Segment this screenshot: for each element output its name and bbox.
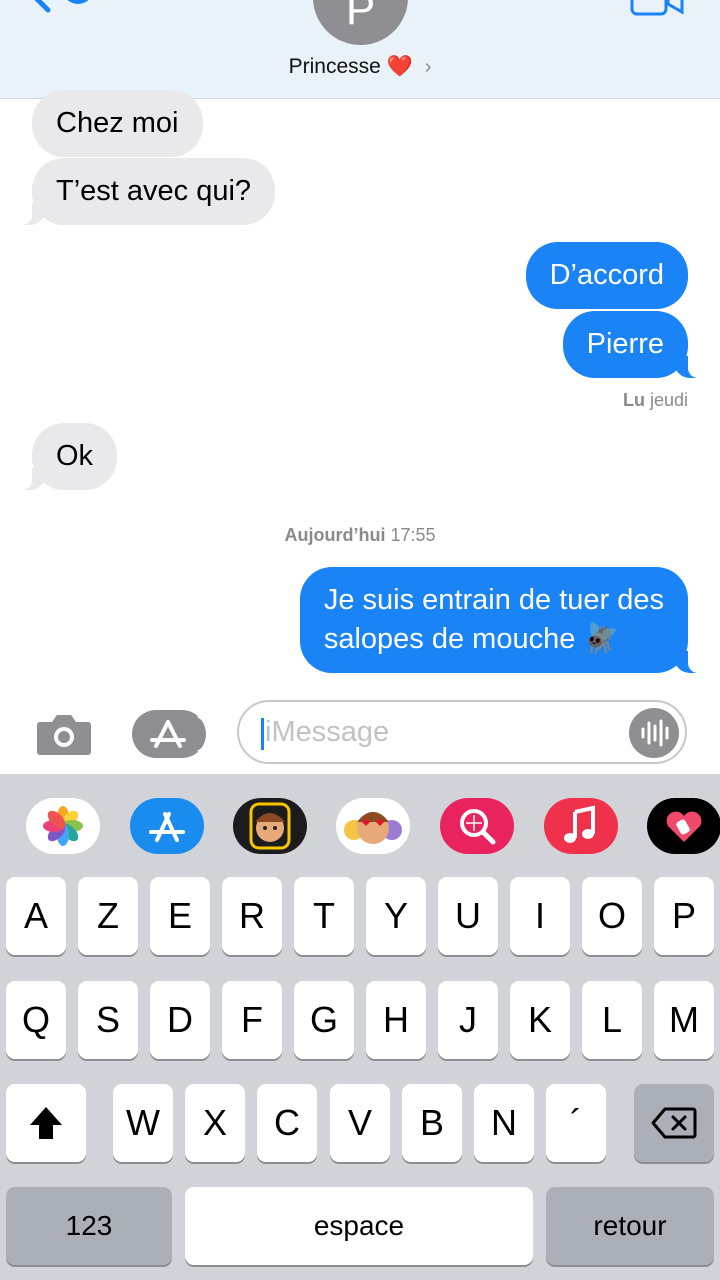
backspace-key[interactable] bbox=[634, 1084, 714, 1162]
message-placeholder: iMessage bbox=[265, 716, 390, 748]
app-store[interactable] bbox=[130, 798, 204, 854]
key-f[interactable]: F bbox=[222, 981, 282, 1059]
backspace-icon bbox=[651, 1107, 697, 1139]
memoji-camera-icon bbox=[249, 802, 291, 850]
app-music[interactable] bbox=[544, 798, 618, 854]
video-call-button[interactable] bbox=[630, 0, 684, 18]
key-acute-accent[interactable]: ´ bbox=[546, 1084, 606, 1162]
key-c[interactable]: C bbox=[257, 1084, 317, 1162]
key-t[interactable]: T bbox=[294, 877, 354, 955]
contact-emoji: ❤️ bbox=[386, 55, 413, 78]
space-key[interactable]: espace bbox=[185, 1187, 533, 1265]
key-v[interactable]: V bbox=[330, 1084, 390, 1162]
app-memoji-camera[interactable] bbox=[233, 798, 307, 854]
received-message[interactable]: T’est avec qui? bbox=[17, 158, 276, 225]
key-b[interactable]: B bbox=[402, 1084, 462, 1162]
key-o[interactable]: O bbox=[582, 877, 642, 955]
key-y[interactable]: Y bbox=[366, 877, 426, 955]
app-photos[interactable] bbox=[26, 798, 100, 854]
apps-button[interactable] bbox=[132, 710, 211, 758]
app-digital-touch[interactable] bbox=[647, 798, 720, 854]
timestamp: Aujourd’hui 17:55 bbox=[284, 525, 436, 545]
key-x[interactable]: X bbox=[185, 1084, 245, 1162]
app-memoji-stickers[interactable] bbox=[336, 798, 410, 854]
key-m[interactable]: M bbox=[654, 981, 714, 1059]
text-cursor bbox=[261, 718, 264, 750]
back-button[interactable] bbox=[26, 0, 106, 26]
sent-message[interactable]: Pierre bbox=[562, 311, 703, 378]
sent-message[interactable]: D’accord bbox=[525, 242, 688, 309]
shift-key[interactable] bbox=[6, 1084, 86, 1162]
key-r[interactable]: R bbox=[222, 877, 282, 955]
keyboard: A Z E R T Y U I O P Q S D F G H J K L M … bbox=[0, 774, 720, 1280]
key-u[interactable]: U bbox=[438, 877, 498, 955]
camera-button[interactable] bbox=[36, 712, 92, 756]
key-n[interactable]: N bbox=[474, 1084, 534, 1162]
memoji-stickers-icon bbox=[344, 812, 402, 844]
key-l[interactable]: L bbox=[582, 981, 642, 1059]
music-icon bbox=[564, 805, 595, 843]
key-g[interactable]: G bbox=[294, 981, 354, 1059]
received-message[interactable]: Ok bbox=[17, 423, 118, 490]
key-e[interactable]: E bbox=[150, 877, 210, 955]
message-input[interactable]: iMessage bbox=[237, 700, 687, 764]
key-s[interactable]: S bbox=[78, 981, 138, 1059]
key-d[interactable]: D bbox=[150, 981, 210, 1059]
back-chevron-icon bbox=[34, 0, 89, 13]
contact-name-button[interactable]: Princesse ❤️ › bbox=[0, 55, 720, 79]
sent-message[interactable]: Je suis entrain de tuer des salopes de m… bbox=[299, 567, 703, 673]
key-k[interactable]: K bbox=[510, 981, 570, 1059]
photos-icon bbox=[43, 806, 83, 846]
chevron-right-icon: › bbox=[424, 56, 432, 78]
key-w[interactable]: W bbox=[113, 1084, 173, 1162]
app-images-search[interactable] bbox=[440, 798, 514, 854]
dictation-button[interactable] bbox=[629, 708, 679, 758]
shift-arrow-icon bbox=[30, 1107, 62, 1139]
digital-touch-icon bbox=[666, 811, 702, 842]
numbers-key[interactable]: 123 bbox=[6, 1187, 172, 1265]
conversation-header: P Princesse ❤️ › bbox=[0, 0, 720, 99]
waveform-icon bbox=[641, 719, 669, 747]
video-camera-icon bbox=[630, 0, 684, 16]
key-j[interactable]: J bbox=[438, 981, 498, 1059]
camera-icon bbox=[37, 715, 91, 755]
contact-name: Princesse bbox=[288, 55, 381, 78]
contact-avatar[interactable]: P bbox=[313, 0, 408, 45]
key-h[interactable]: H bbox=[366, 981, 426, 1059]
key-z[interactable]: Z bbox=[78, 877, 138, 955]
return-key[interactable]: retour bbox=[546, 1187, 714, 1265]
key-a[interactable]: A bbox=[6, 877, 66, 955]
received-message[interactable]: Chez moi bbox=[32, 90, 203, 157]
key-p[interactable]: P bbox=[654, 877, 714, 955]
app-store-icon bbox=[150, 714, 211, 754]
read-receipt: Lu jeudi bbox=[622, 390, 688, 410]
app-store-icon bbox=[149, 812, 185, 842]
image-search-icon bbox=[460, 809, 496, 845]
key-i[interactable]: I bbox=[510, 877, 570, 955]
key-q[interactable]: Q bbox=[6, 981, 66, 1059]
